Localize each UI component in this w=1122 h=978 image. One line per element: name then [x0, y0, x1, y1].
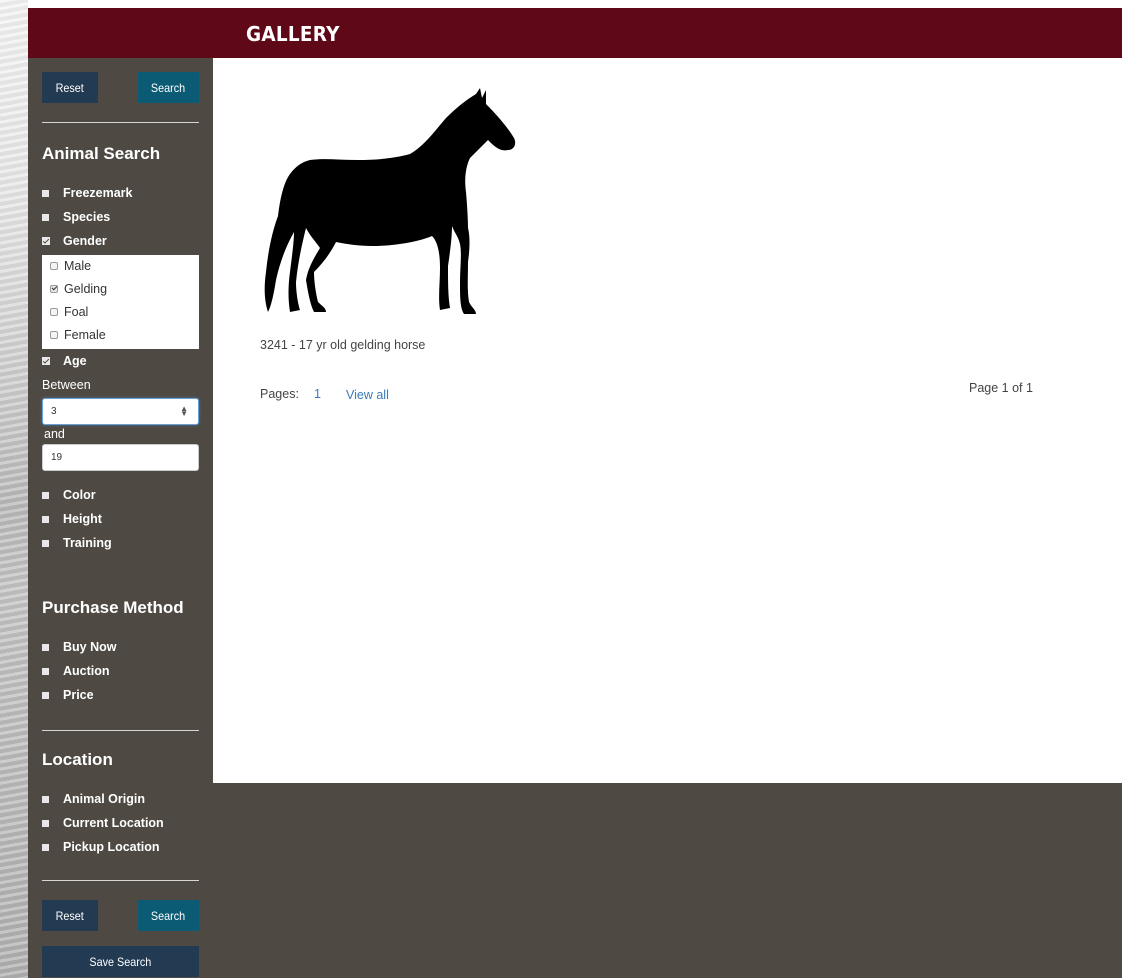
filter-pickup-location[interactable]: Pickup Location: [42, 840, 160, 854]
filter-freezemark[interactable]: Freezemark: [42, 186, 133, 200]
checkbox-icon: [42, 691, 49, 699]
gallery-item-image[interactable]: [262, 86, 522, 326]
gender-option-male[interactable]: Male: [50, 259, 91, 273]
footer-band: [213, 783, 1122, 978]
checkbox-icon: [42, 819, 49, 827]
sidebar-divider: [42, 122, 199, 123]
page-header: GALLERY: [28, 8, 1122, 58]
animal-search-title: Animal Search: [42, 144, 161, 163]
filter-color[interactable]: Color: [42, 488, 96, 502]
sidebar-divider: [42, 880, 199, 881]
checkbox-icon: [42, 213, 49, 221]
filter-age[interactable]: Age: [42, 354, 87, 368]
filter-species[interactable]: Species: [42, 210, 110, 224]
checkbox-icon: [42, 795, 49, 803]
reset-button-top[interactable]: Reset: [42, 72, 98, 103]
age-and-label: and: [44, 427, 65, 441]
age-between-label: Between: [42, 378, 91, 392]
filter-current-location[interactable]: Current Location: [42, 816, 164, 830]
search-button-bottom[interactable]: Search: [138, 900, 199, 931]
pagination-label: Pages:: [260, 387, 299, 401]
checkbox-icon: [50, 308, 58, 316]
pagination-page-1[interactable]: 1: [314, 387, 321, 401]
filter-buy-now[interactable]: Buy Now: [42, 640, 116, 654]
gender-option-gelding[interactable]: Gelding: [50, 282, 107, 296]
checkbox-icon: [42, 667, 49, 675]
gender-option-foal[interactable]: Foal: [50, 305, 88, 319]
checkbox-icon: [42, 539, 49, 547]
checkbox-icon: [42, 515, 49, 523]
search-sidebar: Reset Search Animal Search Freezemark Sp…: [28, 58, 213, 978]
page-title: GALLERY: [246, 22, 340, 46]
checkbox-icon: [42, 843, 49, 851]
checkbox-checked-icon: [42, 237, 50, 245]
checkbox-checked-icon: [42, 357, 50, 365]
view-all-link[interactable]: View all: [346, 388, 389, 402]
filter-auction[interactable]: Auction: [42, 664, 110, 678]
gallery-item-caption[interactable]: 3241 - 17 yr old gelding horse: [260, 338, 425, 352]
age-min-input[interactable]: 3 ▲ ▼: [42, 398, 199, 425]
age-max-input[interactable]: 19: [42, 444, 199, 471]
spinner-arrows-icon[interactable]: ▲ ▼: [180, 405, 188, 418]
filter-training[interactable]: Training: [42, 536, 112, 550]
checkbox-icon: [42, 189, 49, 197]
checkbox-icon: [50, 262, 58, 270]
reset-button-bottom[interactable]: Reset: [42, 900, 98, 931]
gender-option-female[interactable]: Female: [50, 328, 106, 342]
background-photo-strip: [0, 0, 28, 978]
save-search-button[interactable]: Save Search: [42, 946, 199, 977]
checkbox-icon: [42, 643, 49, 651]
checkbox-icon: [42, 491, 49, 499]
page-count-indicator: Page 1 of 1: [969, 381, 1033, 395]
filter-price[interactable]: Price: [42, 688, 94, 702]
search-button-top[interactable]: Search: [138, 72, 199, 103]
checkbox-icon: [50, 331, 58, 339]
gender-options-panel: Male Gelding Foal Female: [42, 255, 199, 349]
filter-animal-origin[interactable]: Animal Origin: [42, 792, 145, 806]
sidebar-divider: [42, 730, 199, 731]
filter-gender[interactable]: Gender: [42, 234, 107, 248]
filter-height[interactable]: Height: [42, 512, 102, 526]
purchase-method-title: Purchase Method: [42, 598, 184, 617]
location-title: Location: [42, 750, 113, 769]
horse-silhouette-icon: [264, 88, 516, 314]
checkbox-checked-icon: [50, 285, 58, 293]
